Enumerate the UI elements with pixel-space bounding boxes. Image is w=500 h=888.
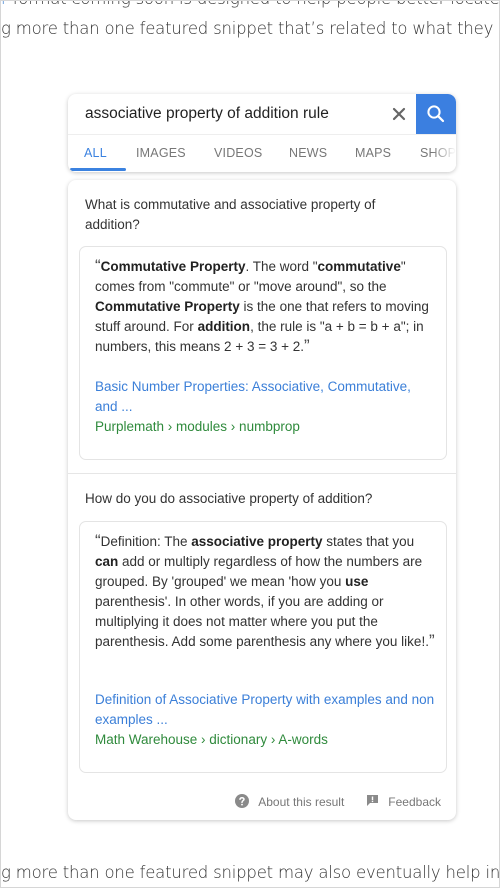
question-2[interactable]: How do you do associative property of ad… — [85, 489, 425, 509]
search-panel: associative property of addition rule AL… — [68, 94, 456, 172]
tabs-fade — [432, 135, 456, 172]
close-icon — [392, 101, 406, 126]
search-tabs: ALL IMAGES VIDEOS NEWS MAPS SHOP — [68, 134, 456, 172]
article-link-fragment[interactable]: r — [1, 1, 8, 8]
result-footer: About this result Feedback — [235, 792, 441, 812]
search-box: associative property of addition rule AL… — [68, 94, 456, 172]
page-frame: r format coming soon is designed to help… — [0, 0, 500, 888]
feedback-icon — [366, 794, 388, 810]
article-text: format coming soon is designed to help p… — [8, 1, 499, 8]
snippet-box-2: “Definition: The associative property st… — [79, 521, 447, 773]
tab-all[interactable]: ALL — [84, 146, 107, 160]
search-input[interactable]: associative property of addition rule — [85, 105, 329, 123]
snippet-source-link-1[interactable]: Basic Number Properties: Associative, Co… — [95, 377, 435, 417]
tab-images[interactable]: IMAGES — [136, 146, 186, 160]
tab-news[interactable]: NEWS — [289, 146, 327, 160]
question-divider — [68, 473, 456, 474]
tab-maps[interactable]: MAPS — [355, 146, 391, 160]
about-this-result-button[interactable]: About this result — [235, 793, 345, 811]
featured-snippets-card: What is commutative and associative prop… — [68, 180, 456, 820]
snippet-source-url-2: Math Warehouse › dictionary › A-words — [95, 732, 328, 747]
snippet-source-url-1: Purplemath › modules › numbprop — [95, 419, 300, 434]
tab-videos[interactable]: VIDEOS — [214, 146, 262, 160]
clear-search-button[interactable] — [388, 100, 410, 128]
snippet-source-link-2[interactable]: Definition of Associative Property with … — [95, 690, 435, 730]
feedback-label: Feedback — [388, 795, 441, 809]
snippet-text-1: “Commutative Property. The word "commuta… — [95, 256, 429, 355]
help-circle-icon — [235, 793, 258, 811]
about-this-result-label: About this result — [258, 795, 345, 809]
snippet-text-2: “Definition: The associative property st… — [95, 531, 435, 650]
feedback-button[interactable]: Feedback — [366, 794, 441, 810]
article-text-line-3: g more than one featured snippet may als… — [1, 863, 500, 882]
question-1[interactable]: What is commutative and associative prop… — [85, 195, 405, 235]
article-text-line-2: g more than one featured snippet that’s … — [1, 19, 499, 38]
article-text-line-1: r format coming soon is designed to help… — [1, 1, 499, 8]
search-button[interactable] — [416, 94, 456, 134]
active-tab-indicator — [70, 168, 126, 171]
snippet-box-1: “Commutative Property. The word "commuta… — [79, 246, 447, 460]
